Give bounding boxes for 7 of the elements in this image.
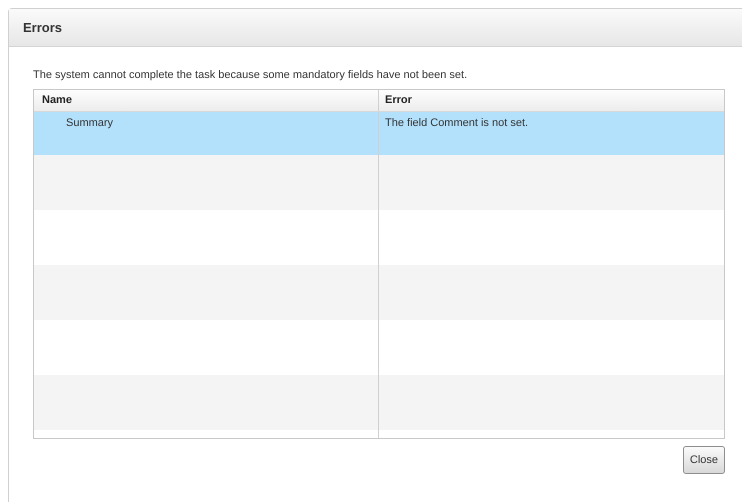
table-cell-text: The field Comment is not set. — [384, 116, 530, 131]
table-row[interactable]: Summary The field Comment is not set. — [34, 112, 724, 155]
close-button[interactable]: Close — [682, 446, 725, 474]
dialog-title: Errors — [23, 20, 62, 35]
column-header[interactable]: Name — [34, 90, 379, 111]
column-header[interactable]: Error — [379, 90, 723, 111]
error-message: The system cannot complete the task because some mandatory fields have not been set. — [33, 69, 468, 81]
